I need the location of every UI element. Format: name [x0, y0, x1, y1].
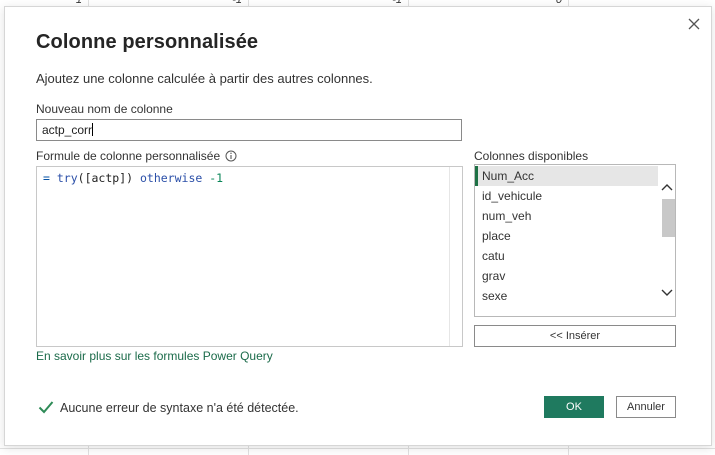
column-name-value: actp_corr — [42, 123, 93, 137]
cancel-button[interactable]: Annuler — [616, 396, 676, 418]
grid-line — [0, 448, 715, 449]
dialog-subtitle: Ajoutez une colonne calculée à partir de… — [36, 71, 373, 86]
column-name-input[interactable]: actp_corr — [36, 119, 462, 141]
available-columns-list[interactable]: Num_Acc id_vehicule num_veh place catu g… — [474, 164, 676, 317]
chevron-up-icon[interactable] — [660, 181, 674, 193]
insert-button[interactable]: << Insérer — [474, 325, 676, 347]
formula-function: try — [56, 171, 78, 185]
scrollbar-thumb[interactable] — [662, 199, 675, 237]
list-item[interactable]: Num_Acc — [475, 166, 659, 186]
ok-button[interactable]: OK — [544, 396, 604, 418]
formula-eq: = — [43, 171, 50, 185]
formula-scrollbar — [449, 167, 450, 346]
learn-more-link[interactable]: En savoir plus sur les formules Power Qu… — [36, 349, 273, 363]
close-icon[interactable] — [685, 15, 703, 33]
columns-scrollbar[interactable] — [658, 165, 675, 316]
chevron-down-icon[interactable] — [660, 287, 674, 299]
list-item[interactable]: sexe — [475, 286, 659, 306]
list-item[interactable]: place — [475, 226, 659, 246]
formula-keyword: otherwise — [139, 171, 203, 185]
formula-editor[interactable]: = try([actp]) otherwise -1 — [36, 166, 463, 347]
check-icon — [38, 401, 54, 414]
formula-label: Formule de colonne personnalisée — [36, 149, 221, 163]
text-caret — [92, 123, 94, 136]
formula-text: = try([actp]) otherwise -1 — [43, 171, 223, 185]
formula-args: ([actp]) — [77, 171, 134, 185]
available-columns-label: Colonnes disponibles — [474, 149, 589, 163]
list-item[interactable]: id_vehicule — [475, 186, 659, 206]
custom-column-dialog: Colonne personnalisée Ajoutez une colonn… — [4, 6, 712, 446]
list-item[interactable]: catu — [475, 246, 659, 266]
dialog-title: Colonne personnalisée — [36, 31, 259, 53]
list-item[interactable]: grav — [475, 266, 659, 286]
syntax-status: Aucune erreur de syntaxe n'a été détecté… — [60, 401, 299, 415]
formula-number: -1 — [209, 171, 224, 185]
info-icon[interactable] — [225, 150, 237, 162]
list-item[interactable]: num_veh — [475, 206, 659, 226]
column-name-label: Nouveau nom de colonne — [36, 102, 173, 116]
